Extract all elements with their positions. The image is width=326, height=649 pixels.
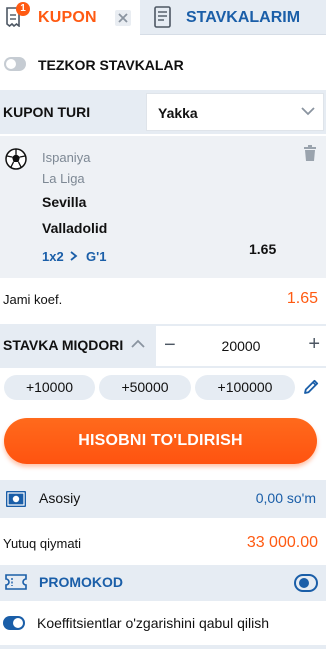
event-home-team: Sevilla [42,194,87,210]
trash-icon[interactable] [303,145,317,161]
coupon-type-select[interactable]: Yakka [146,93,324,131]
pencil-icon[interactable] [302,378,320,396]
stake-amount-input[interactable]: 20000 [156,338,326,354]
event-league: La Liga [42,171,85,186]
tab-kupon-label: KUPON [38,9,97,26]
chevron-right-icon [70,251,78,261]
stake-increase-button[interactable]: + [308,333,320,356]
quick-stake-10000[interactable]: +10000 [4,375,95,400]
quick-bets-label: TEZKOR STAVKALAR [38,57,184,73]
coupon-type-row: KUPON TURI Yakka [0,90,326,134]
accept-odds-changes-label: Koeffitsientlar o'zgarishini qabul qilis… [37,615,269,631]
accept-odds-changes-row: Koeffitsientlar o'zgarishini qabul qilis… [0,606,326,642]
coupon-count-badge: 1 [16,2,30,16]
bottom-divider [0,645,326,649]
total-odds-row: Jami koef. 1.65 [0,280,326,320]
potential-winnings-value: 33 000.00 [246,534,318,551]
event-market: 1x2 [42,249,64,264]
potential-winnings-label: Yutuq qiymati [3,536,82,551]
total-odds-label: Jami koef. [3,292,63,307]
stake-label: STAVKA MIQDORI [3,337,124,353]
promocode-label: PROMOKOD [39,574,123,590]
chevron-down-icon [301,107,315,116]
ticket-icon [5,574,27,590]
top-up-balance-button[interactable]: HISOBNI TO'LDIRISH [4,418,317,464]
event-away-team: Valladolid [42,220,108,236]
tab-kupon[interactable]: 1 KUPON [0,0,140,35]
promocode-toggle[interactable] [294,574,318,592]
total-odds-value: 1.65 [286,290,318,307]
coupon-tabs: 1 KUPON STAVKALARIM [0,0,326,35]
promocode-row[interactable]: PROMOKOD [0,565,326,601]
coupon-type-label: KUPON TURI [3,104,91,120]
event-outcome: G'1 [86,249,107,264]
coupon-type-value: Yakka [158,105,198,121]
main-account-balance: 0,00 so'm [255,490,316,506]
main-account-row[interactable]: Asosiy 0,00 so'm [0,480,326,518]
potential-winnings-row: Yutuq qiymati 33 000.00 [0,526,326,562]
event-odd: 1.65 [249,241,277,257]
quick-stake-100000[interactable]: +100000 [195,375,295,400]
money-icon [6,491,26,507]
quick-bets-toggle[interactable] [4,57,26,71]
tab-stavkalarim[interactable]: STAVKALARIM [140,0,326,35]
quick-bets-row: TEZKOR STAVKALAR [0,47,326,83]
stake-row: STAVKA MIQDORI − 20000 + [0,324,326,368]
bets-list-icon [154,6,171,28]
close-icon[interactable] [114,9,132,27]
main-account-label: Asosiy [39,490,81,506]
stake-stepper: − 20000 + [156,326,326,366]
bet-event-card: Ispaniya La Liga Sevilla Valladolid 1x2 … [0,136,326,278]
football-icon [5,148,27,170]
quick-stake-50000[interactable]: +50000 [99,375,191,400]
accept-odds-changes-toggle[interactable] [3,616,25,630]
event-country: Ispaniya [42,150,91,165]
tab-stavkalarim-label: STAVKALARIM [186,9,301,26]
chevron-up-icon[interactable] [131,339,145,349]
